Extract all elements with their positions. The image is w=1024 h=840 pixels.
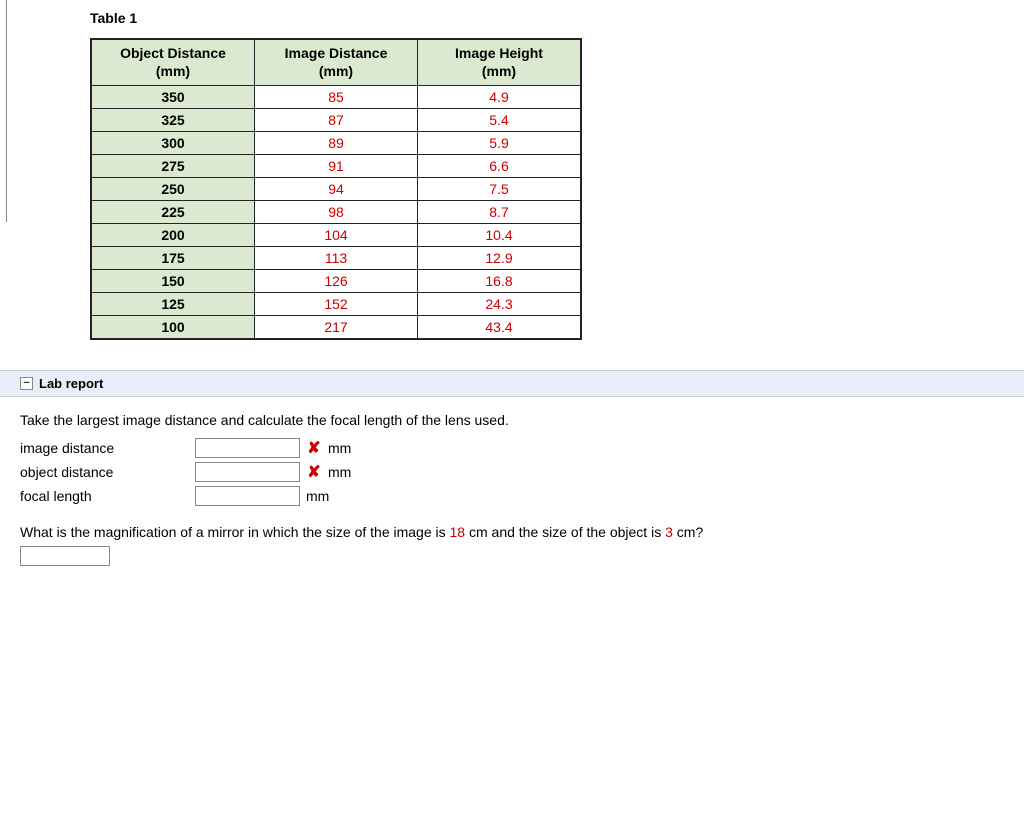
table-row: 20010410.4 [91,224,581,247]
col-header-height-line2: (mm) [482,63,516,79]
lab-instruction: Take the largest image distance and calc… [20,412,1014,428]
cell-image-distance: 98 [255,201,418,224]
unit-object-distance: mm [328,464,351,480]
left-rule [6,0,7,222]
cell-object-distance: 125 [91,293,255,316]
cell-object-distance: 325 [91,109,255,132]
label-object-distance: object distance [20,464,195,480]
section-title: Lab report [39,376,103,391]
cell-object-distance: 100 [91,316,255,340]
label-focal-length: focal length [20,488,195,504]
cell-image-height: 12.9 [418,247,582,270]
table-row: 300895.9 [91,132,581,155]
cell-image-height: 8.7 [418,201,582,224]
input-focal-length[interactable] [195,486,300,506]
col-header-height: Image Height (mm) [418,39,582,86]
q2-mid: cm and the size of the object is [465,524,665,540]
cell-image-distance: 113 [255,247,418,270]
wrong-icon: ✘ [306,462,322,482]
cell-image-distance: 87 [255,109,418,132]
cell-object-distance: 200 [91,224,255,247]
table-row: 350854.9 [91,86,581,109]
table-title: Table 1 [90,10,1024,26]
table-row: 12515224.3 [91,293,581,316]
data-table: Object Distance (mm) Image Distance (mm)… [90,38,582,340]
table-row: 17511312.9 [91,247,581,270]
cell-object-distance: 150 [91,270,255,293]
col-header-object: Object Distance (mm) [91,39,255,86]
col-header-image-line1: Image Distance [285,45,388,61]
cell-image-distance: 89 [255,132,418,155]
q2-v2: 3 [665,524,673,540]
q2-pre: What is the magnification of a mirror in… [20,524,450,540]
cell-image-height: 5.4 [418,109,582,132]
cell-image-height: 6.6 [418,155,582,178]
cell-image-height: 4.9 [418,86,582,109]
cell-image-distance: 85 [255,86,418,109]
field-row-focal-length: focal length mm [20,486,1014,506]
collapse-icon[interactable]: − [20,377,33,390]
cell-image-distance: 104 [255,224,418,247]
cell-image-distance: 126 [255,270,418,293]
unit-image-distance: mm [328,440,351,456]
cell-object-distance: 250 [91,178,255,201]
cell-image-height: 10.4 [418,224,582,247]
col-header-object-line2: (mm) [156,63,190,79]
col-header-image-line2: (mm) [319,63,353,79]
cell-object-distance: 275 [91,155,255,178]
table-row: 15012616.8 [91,270,581,293]
field-row-object-distance: object distance ✘ mm [20,462,1014,482]
field-row-image-distance: image distance ✘ mm [20,438,1014,458]
cell-image-height: 43.4 [418,316,582,340]
cell-image-height: 16.8 [418,270,582,293]
cell-image-height: 24.3 [418,293,582,316]
q2-text: What is the magnification of a mirror in… [20,524,1014,540]
cell-object-distance: 300 [91,132,255,155]
unit-focal-length: mm [306,488,329,504]
cell-image-distance: 91 [255,155,418,178]
cell-image-distance: 94 [255,178,418,201]
q2-post: cm? [673,524,703,540]
cell-object-distance: 225 [91,201,255,224]
cell-image-distance: 217 [255,316,418,340]
cell-image-height: 5.9 [418,132,582,155]
cell-object-distance: 350 [91,86,255,109]
table-row: 10021743.4 [91,316,581,340]
col-header-object-line1: Object Distance [120,45,226,61]
table-row: 325875.4 [91,109,581,132]
table-row: 275916.6 [91,155,581,178]
wrong-icon: ✘ [306,438,322,458]
q2-v1: 18 [450,524,466,540]
cell-image-distance: 152 [255,293,418,316]
input-magnification[interactable] [20,546,110,566]
cell-object-distance: 175 [91,247,255,270]
cell-image-height: 7.5 [418,178,582,201]
table-row: 225988.7 [91,201,581,224]
section-bar[interactable]: − Lab report [0,370,1024,397]
input-object-distance[interactable] [195,462,300,482]
input-image-distance[interactable] [195,438,300,458]
label-image-distance: image distance [20,440,195,456]
table-row: 250947.5 [91,178,581,201]
col-header-height-line1: Image Height [455,45,543,61]
col-header-image: Image Distance (mm) [255,39,418,86]
